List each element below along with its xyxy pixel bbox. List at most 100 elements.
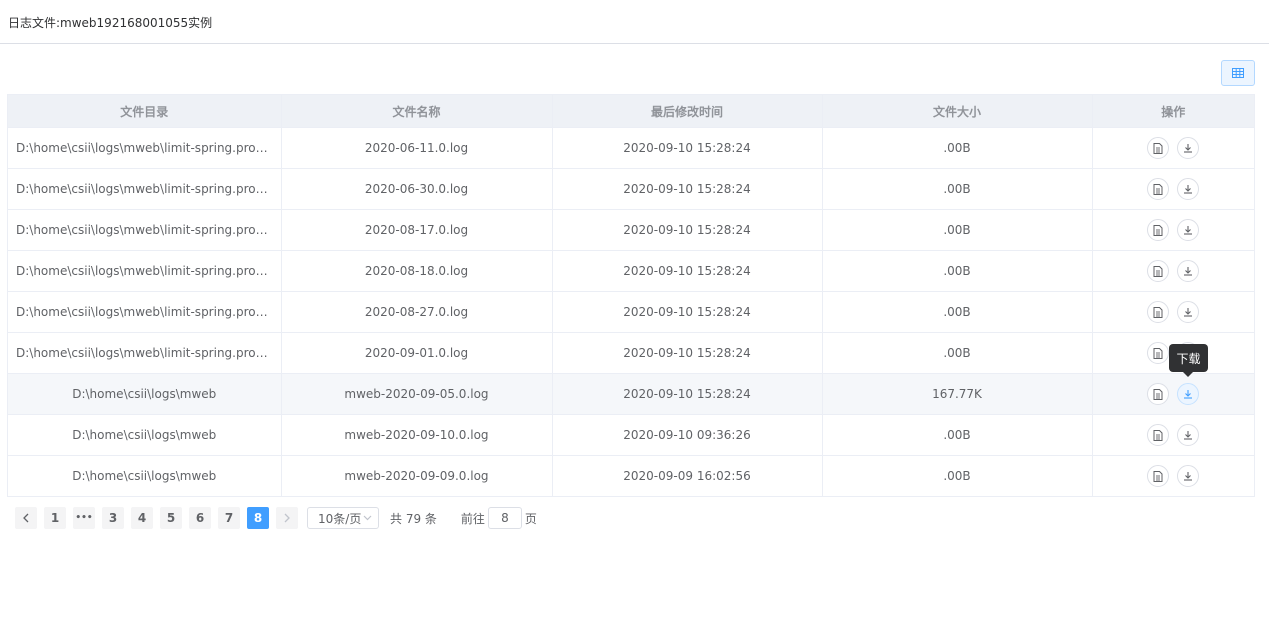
column-header-filename[interactable]: 文件名称 <box>281 95 553 128</box>
download-icon <box>1184 390 1193 399</box>
view-file-button[interactable] <box>1147 342 1170 364</box>
table-grid-icon <box>1232 68 1244 78</box>
cell-directory: D:\home\csii\logs\mweb <box>8 455 282 496</box>
document-icon <box>1153 306 1163 318</box>
cell-filename: mweb-2020-09-09.0.log <box>281 455 553 496</box>
download-icon <box>1184 185 1193 194</box>
download-icon <box>1184 308 1193 317</box>
view-file-button[interactable] <box>1147 301 1170 323</box>
page-button-3[interactable]: 3 <box>102 507 124 529</box>
download-button[interactable] <box>1177 137 1200 159</box>
page-button-6[interactable]: 6 <box>189 507 211 529</box>
cell-modified: 2020-09-10 15:28:24 <box>552 373 823 415</box>
download-tooltip: 下载 <box>1169 344 1208 377</box>
cell-filename: mweb-2020-09-05.0.log <box>281 373 553 415</box>
document-icon <box>1153 470 1163 482</box>
cell-modified: 2020-09-10 15:28:24 <box>552 168 823 210</box>
pagination: 1 ••• 3 4 5 6 7 8 10条/页 共 79 条 前往 页 <box>15 507 537 529</box>
table-row: D:\home\csii\logs\mweb\limit-spring.prof… <box>8 291 1254 333</box>
cell-filename: 2020-08-18.0.log <box>281 250 553 292</box>
download-button[interactable] <box>1177 301 1200 323</box>
cell-actions <box>1092 209 1254 251</box>
document-icon <box>1153 183 1163 195</box>
page-header: 日志文件:mweb192168001055实例 <box>0 0 1269 44</box>
cell-size: .00B <box>822 414 1093 456</box>
cell-modified: 2020-09-10 15:28:24 <box>552 250 823 292</box>
prev-page-button[interactable] <box>15 507 37 529</box>
cell-modified: 2020-09-10 15:28:24 <box>552 127 823 169</box>
cell-size: 167.77K <box>822 373 1093 415</box>
cell-size: .00B <box>822 127 1093 169</box>
document-icon <box>1153 265 1163 277</box>
document-icon <box>1153 388 1163 400</box>
page-size-value: 10条/页 <box>318 511 362 526</box>
column-toggle-button[interactable] <box>1221 60 1255 86</box>
table-header-row: 文件目录 文件名称 最后修改时间 文件大小 操作 <box>8 95 1254 128</box>
page-button-1[interactable]: 1 <box>44 507 66 529</box>
document-icon <box>1153 347 1163 359</box>
column-header-size[interactable]: 文件大小 <box>822 95 1093 128</box>
download-icon <box>1184 226 1193 235</box>
table-row: D:\home\csii\logs\mweb\limit-spring.prof… <box>8 168 1254 210</box>
view-file-button[interactable] <box>1147 137 1170 159</box>
view-file-button[interactable] <box>1147 178 1170 200</box>
page-size-select[interactable]: 10条/页 <box>307 507 379 529</box>
cell-actions <box>1092 414 1254 456</box>
download-button[interactable] <box>1177 383 1200 405</box>
cell-modified: 2020-09-10 15:28:24 <box>552 332 823 374</box>
download-button[interactable] <box>1177 465 1200 487</box>
view-file-button[interactable] <box>1147 465 1170 487</box>
page-button-8-current[interactable]: 8 <box>247 507 269 529</box>
cell-modified: 2020-09-10 15:28:24 <box>552 291 823 333</box>
column-header-actions: 操作 <box>1092 95 1254 128</box>
log-file-table: 文件目录 文件名称 最后修改时间 文件大小 操作 D:\home\csii\lo… <box>7 94 1255 497</box>
chevron-left-icon <box>23 513 29 523</box>
view-file-button[interactable] <box>1147 383 1170 405</box>
cell-filename: mweb-2020-09-10.0.log <box>281 414 553 456</box>
page-button-5[interactable]: 5 <box>160 507 182 529</box>
chevron-down-icon <box>363 515 372 521</box>
page-button-4[interactable]: 4 <box>131 507 153 529</box>
next-page-button[interactable] <box>276 507 298 529</box>
cell-filename: 2020-08-17.0.log <box>281 209 553 251</box>
cell-size: .00B <box>822 291 1093 333</box>
page-ellipsis-button[interactable]: ••• <box>73 507 95 529</box>
cell-directory: D:\home\csii\logs\mweb <box>8 414 282 456</box>
table-row: D:\home\csii\logs\mweb mweb-2020-09-05.0.… <box>8 373 1254 415</box>
cell-actions <box>1092 291 1254 333</box>
chevron-right-icon <box>284 513 290 523</box>
cell-filename: 2020-06-30.0.log <box>281 168 553 210</box>
cell-directory: D:\home\csii\logs\mweb <box>8 373 282 415</box>
table-row: D:\home\csii\logs\mweb\limit-spring.prof… <box>8 332 1254 374</box>
view-file-button[interactable] <box>1147 260 1170 282</box>
goto-suffix: 页 <box>524 511 537 526</box>
download-button[interactable] <box>1177 424 1200 446</box>
cell-modified: 2020-09-09 16:02:56 <box>552 455 823 496</box>
document-icon <box>1153 142 1163 154</box>
column-header-directory[interactable]: 文件目录 <box>8 95 282 128</box>
table-row: D:\home\csii\logs\mweb\limit-spring.prof… <box>8 127 1254 169</box>
cell-directory: D:\home\csii\logs\mweb\limit-spring.prof… <box>8 168 282 210</box>
page-button-7[interactable]: 7 <box>218 507 240 529</box>
download-icon <box>1184 267 1193 276</box>
download-button[interactable] <box>1177 178 1200 200</box>
download-icon <box>1184 472 1193 481</box>
cell-actions <box>1092 168 1254 210</box>
cell-actions <box>1092 455 1254 496</box>
cell-filename: 2020-08-27.0.log <box>281 291 553 333</box>
cell-size: .00B <box>822 332 1093 374</box>
cell-size: .00B <box>822 455 1093 496</box>
cell-filename: 2020-09-01.0.log <box>281 332 553 374</box>
page-title: 日志文件:mweb192168001055实例 <box>8 16 213 30</box>
view-file-button[interactable] <box>1147 219 1170 241</box>
cell-directory: D:\home\csii\logs\mweb\limit-spring.prof… <box>8 291 282 333</box>
view-file-button[interactable] <box>1147 424 1170 446</box>
cell-directory: D:\home\csii\logs\mweb\limit-spring.prof… <box>8 332 282 374</box>
cell-size: .00B <box>822 209 1093 251</box>
download-button[interactable] <box>1177 219 1200 241</box>
download-button[interactable] <box>1177 260 1200 282</box>
column-header-modified[interactable]: 最后修改时间 <box>552 95 823 128</box>
goto-page-input[interactable] <box>487 507 522 529</box>
cell-directory: D:\home\csii\logs\mweb\limit-spring.prof… <box>8 250 282 292</box>
total-count: 共 79 条 <box>390 511 437 526</box>
